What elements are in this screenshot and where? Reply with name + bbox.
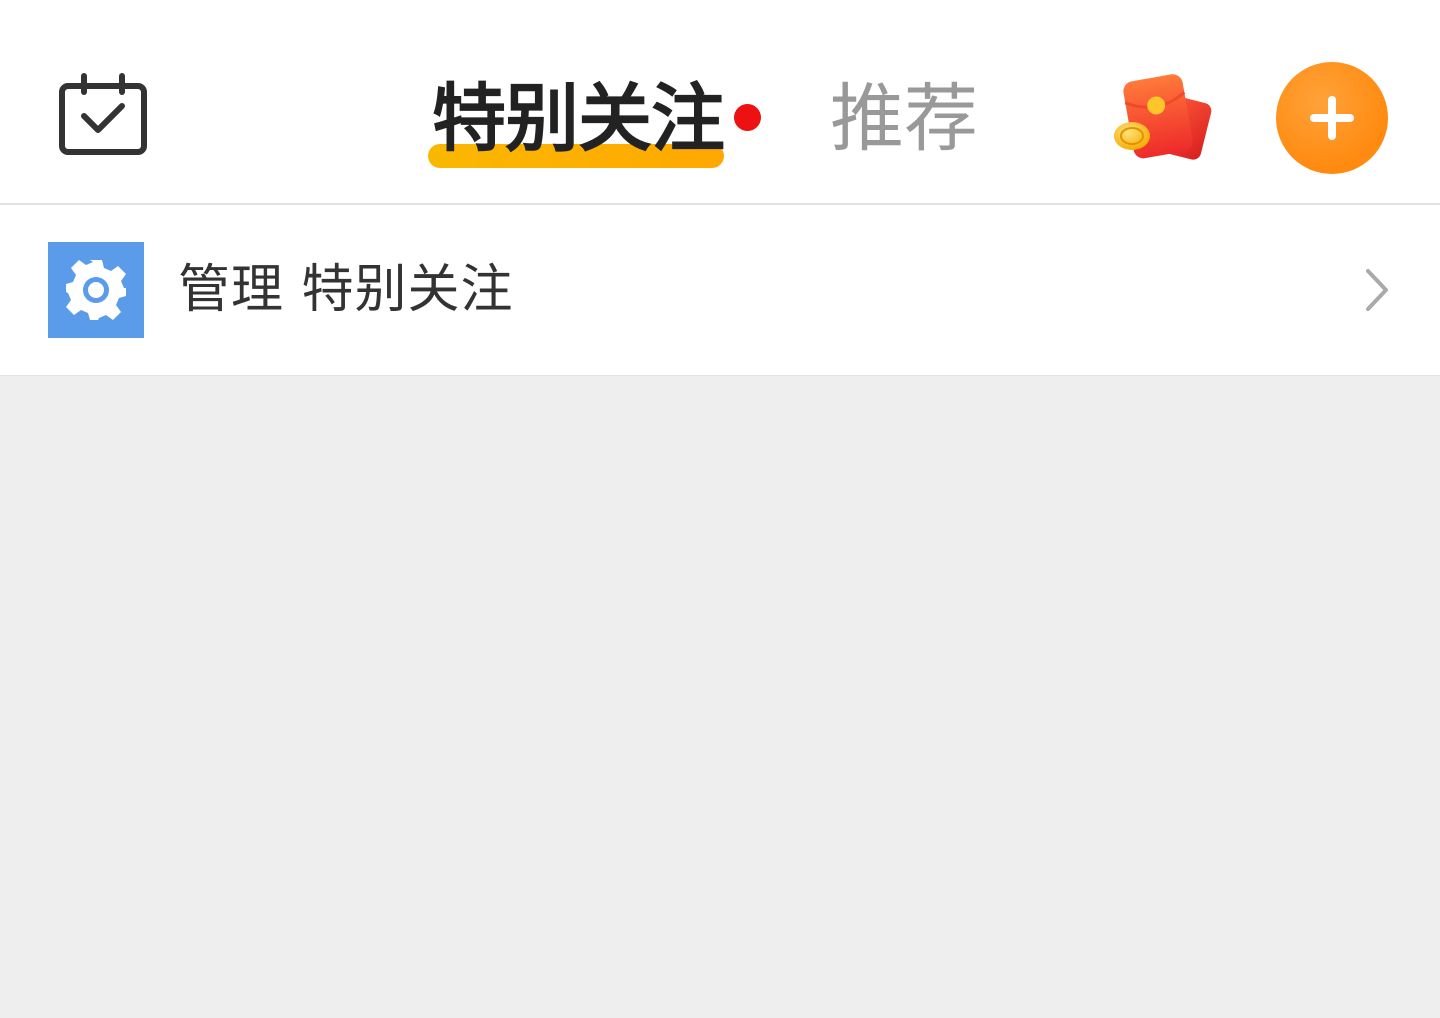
- top-header: 特别关注 推荐: [0, 0, 1440, 205]
- tab-recommend-label: 推荐: [830, 76, 978, 162]
- manage-special-follow-row[interactable]: 管理 特别关注: [0, 205, 1440, 376]
- app-root: 特别关注 推荐 管理 特别关注: [0, 0, 1440, 1018]
- add-button[interactable]: [1276, 62, 1388, 174]
- gear-icon-tile: [48, 242, 144, 338]
- tab-special-follow-label: 特别关注: [432, 76, 725, 162]
- gear-icon: [66, 260, 126, 320]
- tab-special-follow[interactable]: 特别关注: [428, 76, 725, 168]
- red-packet-icon: [1114, 74, 1212, 160]
- notification-dot: [734, 104, 761, 131]
- tab-recommend[interactable]: 推荐: [830, 76, 978, 166]
- red-packet-button[interactable]: [1112, 72, 1212, 164]
- calendar-check-icon: [59, 73, 147, 155]
- calendar-button[interactable]: [56, 72, 150, 160]
- chevron-right-icon: [1366, 269, 1388, 311]
- manage-special-follow-label: 管理 特别关注: [178, 260, 514, 320]
